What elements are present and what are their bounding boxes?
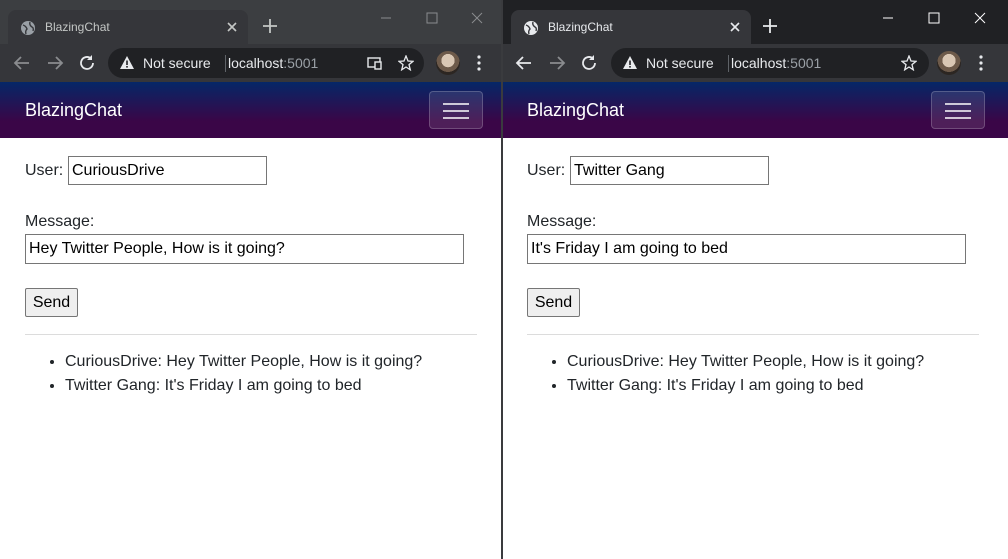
close-tab-icon[interactable]: [224, 19, 240, 35]
forward-arrow-icon[interactable]: [46, 54, 64, 72]
bookmark-star-icon[interactable]: [398, 55, 414, 71]
address-bar[interactable]: Not secure localhost:5001: [108, 48, 424, 78]
menu-kebab-icon[interactable]: [979, 55, 983, 71]
app-navbar: BlazingChat: [0, 82, 501, 138]
send-button[interactable]: Send: [527, 288, 580, 317]
globe-icon: [21, 21, 35, 35]
back-arrow-icon[interactable]: [515, 54, 533, 72]
app-brand[interactable]: BlazingChat: [25, 100, 122, 121]
browser-window-right: BlazingChat Not secure localhost:5001 Bl…: [503, 0, 1008, 559]
message-item: Twitter Gang: It's Friday I am going to …: [567, 374, 924, 398]
url-host: localhost: [228, 55, 284, 71]
toolbar: Not secure localhost:5001: [503, 44, 1008, 82]
reload-icon[interactable]: [78, 54, 96, 72]
chat-page: User: Message: Send CuriousDrive: Hey Tw…: [503, 138, 1008, 559]
security-label: Not secure: [143, 55, 211, 71]
message-label: Message:: [527, 213, 597, 230]
close-tab-icon[interactable]: [727, 19, 743, 35]
profile-avatar[interactable]: [937, 51, 961, 75]
divider-line: [527, 334, 979, 335]
tab-title: BlazingChat: [45, 20, 110, 34]
divider: [225, 55, 226, 72]
maximize-icon[interactable]: [422, 8, 442, 28]
app-navbar: BlazingChat: [503, 82, 1008, 138]
message-item: CuriousDrive: Hey Twitter People, How is…: [65, 350, 422, 374]
tab-strip: BlazingChat: [503, 0, 1008, 44]
user-input[interactable]: [68, 156, 267, 185]
app-brand[interactable]: BlazingChat: [527, 100, 624, 121]
warning-icon[interactable]: [119, 55, 135, 71]
bookmark-star-icon[interactable]: [901, 55, 917, 71]
close-window-icon[interactable]: [970, 8, 990, 28]
minimize-icon[interactable]: [878, 8, 898, 28]
url-text: localhost:5001: [228, 55, 318, 71]
divider: [728, 55, 729, 72]
cast-icon[interactable]: [366, 56, 382, 70]
forward-arrow-icon[interactable]: [548, 54, 566, 72]
browser-window-left: BlazingChat Not secure localhost:5001 Bl…: [0, 0, 501, 559]
security-label: Not secure: [646, 55, 714, 71]
back-arrow-icon[interactable]: [13, 54, 31, 72]
user-label: User:: [25, 162, 64, 179]
minimize-icon[interactable]: [376, 8, 396, 28]
new-tab-icon[interactable]: [262, 18, 278, 34]
message-input[interactable]: [527, 234, 966, 264]
navbar-toggler-button[interactable]: [931, 91, 985, 129]
user-label: User:: [527, 162, 566, 179]
user-input[interactable]: [570, 156, 769, 185]
navbar-toggler-button[interactable]: [429, 91, 483, 129]
divider-line: [25, 334, 477, 335]
message-input[interactable]: [25, 234, 464, 264]
url-host: localhost: [731, 55, 787, 71]
url-port: :5001: [786, 55, 822, 71]
url-port: :5001: [283, 55, 319, 71]
message-list: CuriousDrive: Hey Twitter People, How is…: [25, 350, 422, 398]
close-window-icon[interactable]: [467, 8, 487, 28]
message-item: CuriousDrive: Hey Twitter People, How is…: [567, 350, 924, 374]
toolbar: Not secure localhost:5001: [0, 44, 501, 82]
tab-blazingchat[interactable]: BlazingChat: [8, 10, 248, 44]
chat-page: User: Message: Send CuriousDrive: Hey Tw…: [0, 138, 501, 559]
reload-icon[interactable]: [580, 54, 598, 72]
address-bar[interactable]: Not secure localhost:5001: [611, 48, 929, 78]
tab-blazingchat[interactable]: BlazingChat: [511, 10, 751, 44]
profile-avatar[interactable]: [436, 51, 460, 75]
new-tab-icon[interactable]: [762, 18, 778, 34]
send-button[interactable]: Send: [25, 288, 78, 317]
message-item: Twitter Gang: It's Friday I am going to …: [65, 374, 422, 398]
menu-kebab-icon[interactable]: [477, 55, 481, 71]
message-label: Message:: [25, 213, 95, 230]
globe-icon: [524, 21, 538, 35]
tab-strip: BlazingChat: [0, 0, 501, 44]
message-list: CuriousDrive: Hey Twitter People, How is…: [527, 350, 924, 398]
tab-title: BlazingChat: [548, 20, 613, 34]
url-text: localhost:5001: [731, 55, 821, 71]
maximize-icon[interactable]: [924, 8, 944, 28]
warning-icon[interactable]: [622, 55, 638, 71]
